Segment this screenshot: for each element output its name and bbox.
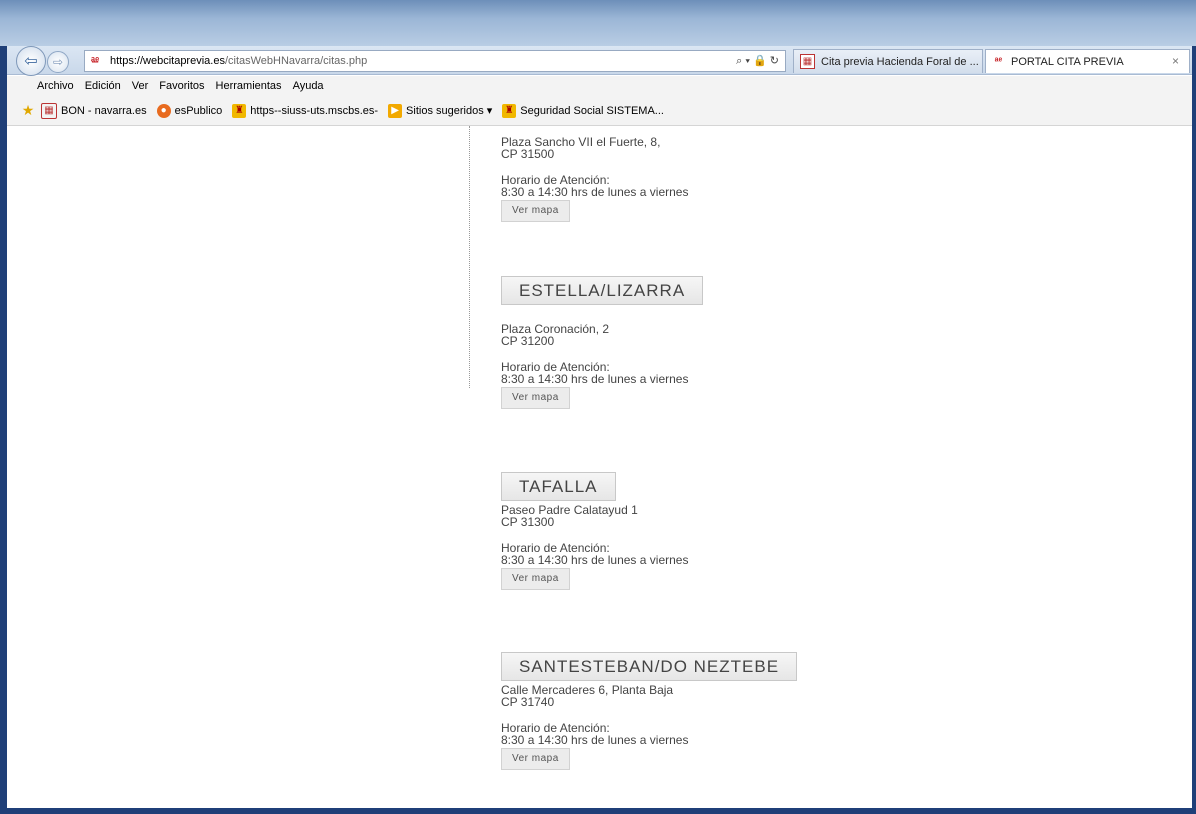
arrow-left-icon: ⇦	[24, 53, 38, 70]
favorite-bon[interactable]: ▦ BON - navarra.es	[41, 102, 147, 119]
window-title-bar	[0, 0, 1196, 46]
favorite-espublico[interactable]: ● esPublico	[156, 103, 222, 118]
favorite-sitios-sugeridos[interactable]: ▶ Sitios sugeridos ▾	[388, 103, 492, 118]
office-card: SANTESTEBAN/DO NEZTEBE Calle Mercaderes …	[501, 652, 798, 770]
address-bar[interactable]: ᵃ̶ᵉ https://webcitaprevia.es /citasWebHN…	[84, 50, 786, 72]
url-path: /citasWebHNavarra/citas.php	[224, 55, 368, 67]
site-favicon-icon: ᵃ̶ᵉ	[91, 55, 100, 67]
tab-label: PORTAL CITA PREVIA	[1011, 55, 1124, 68]
tab-portal-cita-previa[interactable]: ᵃᵉ PORTAL CITA PREVIA ×	[985, 49, 1190, 73]
office-name-button[interactable]: SANTESTEBAN/DO NEZTEBE	[501, 652, 798, 681]
arrow-right-icon: ⇨	[52, 55, 64, 69]
back-button[interactable]: ⇦	[16, 46, 46, 76]
office-name-button[interactable]: TAFALLA	[501, 472, 616, 501]
favorite-siuss[interactable]: ♜ https--siuss-uts.mscbs.es-	[232, 103, 378, 118]
menu-ver[interactable]: Ver	[132, 80, 149, 92]
office-cp: CP 31740	[501, 695, 555, 709]
menu-herramientas[interactable]: Herramientas	[216, 80, 282, 92]
site-favicon-icon: ᵃᵉ	[994, 56, 1003, 67]
menu-ayuda[interactable]: Ayuda	[293, 80, 324, 92]
address-tools[interactable]: ⌕ ▾ 🔒 ↻	[736, 54, 779, 68]
document-icon: ▦	[41, 102, 57, 119]
menu-favoritos[interactable]: Favoritos	[159, 80, 204, 92]
menu-archivo[interactable]: Archivo	[37, 80, 74, 92]
ver-mapa-button[interactable]: Ver mapa	[501, 568, 570, 590]
ver-mapa-button[interactable]: Ver mapa	[501, 387, 570, 409]
office-card: ESTELLA/LIZARRA Plaza Coronación, 2 CP 3…	[501, 276, 704, 409]
forward-button[interactable]: ⇨	[47, 51, 69, 73]
office-hours: 8:30 a 14:30 hrs de lunes a viernes	[501, 185, 689, 199]
shield-icon: ♜	[232, 103, 247, 118]
office-hours: 8:30 a 14:30 hrs de lunes a viernes	[501, 372, 689, 386]
shield-icon: ♜	[502, 103, 517, 118]
office-cp: CP 31500	[501, 147, 555, 161]
favorite-seguridad-social[interactable]: ♜ Seguridad Social SISTEMA...	[502, 103, 664, 118]
bing-icon: ▶	[388, 103, 403, 118]
ver-mapa-button[interactable]: Ver mapa	[501, 200, 570, 222]
ver-mapa-button[interactable]: Ver mapa	[501, 748, 570, 770]
page-content: Plaza Sancho VII el Fuerte, 8, CP 31500 …	[7, 126, 1192, 808]
tab-hacienda[interactable]: ▦ Cita previa Hacienda Foral de ...	[793, 49, 983, 73]
office-hours: 8:30 a 14:30 hrs de lunes a viernes	[501, 733, 689, 747]
menu-edicion[interactable]: Edición	[85, 80, 121, 92]
office-card: TAFALLA Paseo Padre Calatayud 1 CP 31300…	[501, 472, 688, 590]
close-icon[interactable]: ×	[1172, 54, 1179, 68]
url-host: https://webcitaprevia.es	[110, 55, 225, 67]
favorites-star-icon[interactable]: ★	[21, 102, 35, 118]
document-icon: ▦	[800, 54, 815, 69]
office-card: Plaza Sancho VII el Fuerte, 8, CP 31500 …	[501, 136, 688, 222]
tab-label: Cita previa Hacienda Foral de ...	[821, 55, 979, 68]
divider	[469, 126, 470, 388]
office-name-button[interactable]: ESTELLA/LIZARRA	[501, 276, 704, 305]
office-hours: 8:30 a 14:30 hrs de lunes a viernes	[501, 553, 689, 567]
menu-bar: Archivo Edición Ver Favoritos Herramient…	[7, 76, 1192, 96]
espublico-icon: ●	[156, 103, 171, 118]
office-cp: CP 31300	[501, 515, 555, 529]
office-cp: CP 31200	[501, 334, 555, 348]
favorites-bar: ★ ▦ BON - navarra.es ● esPublico ♜ https…	[7, 96, 1192, 126]
